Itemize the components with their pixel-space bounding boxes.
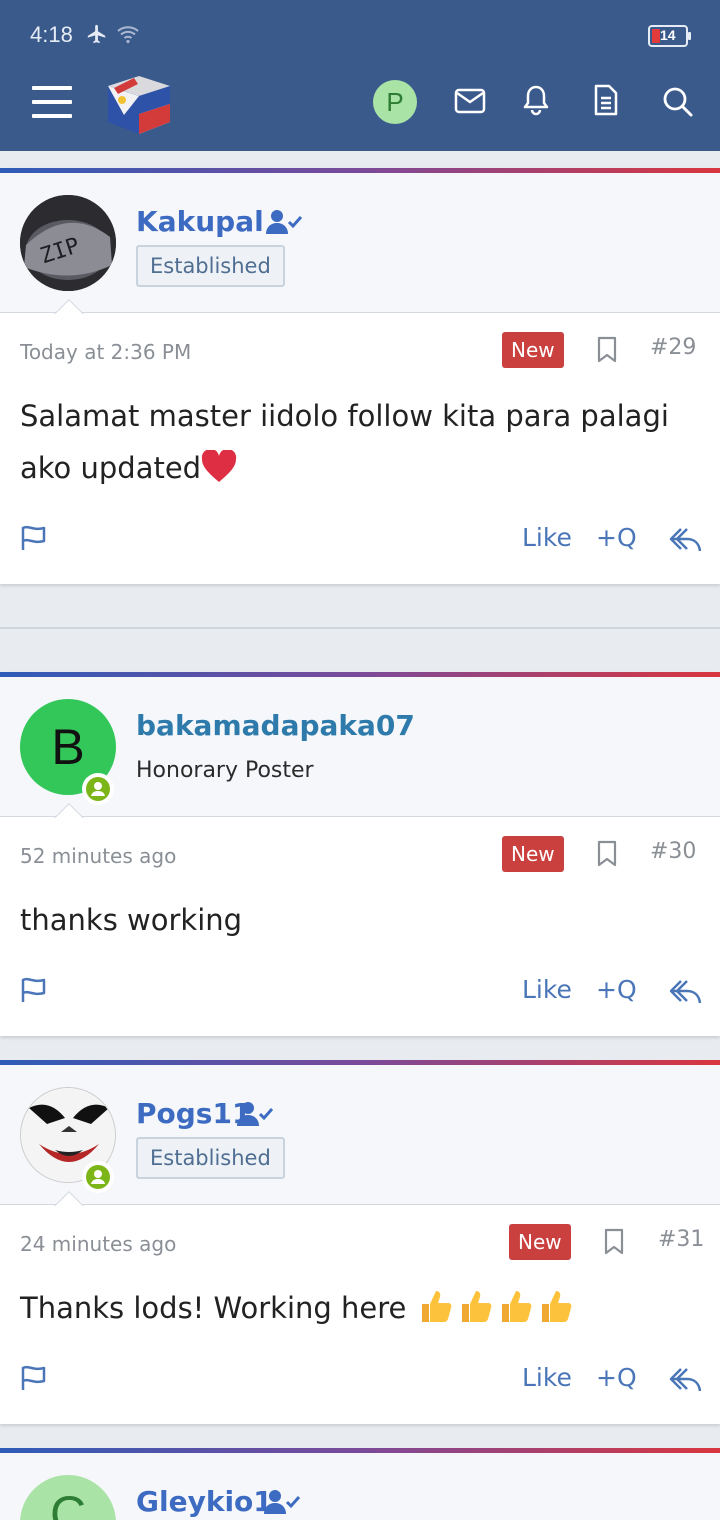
- thumbs-up-emoji: [501, 1291, 531, 1322]
- online-status-icon: [82, 1161, 114, 1193]
- post-number[interactable]: #29: [650, 335, 696, 360]
- like-button[interactable]: Like: [522, 1363, 572, 1392]
- username[interactable]: bakamadapaka07: [136, 709, 415, 742]
- username[interactable]: Pogs11: [136, 1097, 251, 1130]
- reply-icon[interactable]: [668, 978, 702, 1006]
- bookmark-icon[interactable]: [596, 336, 618, 364]
- bell-icon[interactable]: [522, 84, 550, 116]
- post-number[interactable]: #30: [650, 839, 696, 864]
- bookmark-icon[interactable]: [603, 1228, 625, 1256]
- avatar[interactable]: C: [20, 1475, 116, 1520]
- user-role-badge: Established: [136, 245, 285, 287]
- site-logo[interactable]: [104, 72, 174, 138]
- post-29: ZIP Kakupal Established Today at 2:36 PM…: [0, 168, 720, 584]
- post-32: C Gleykio1: [0, 1448, 720, 1520]
- user-avatar[interactable]: P: [373, 80, 417, 124]
- verified-user-icon: [266, 210, 302, 234]
- document-icon[interactable]: [594, 84, 618, 116]
- post-time[interactable]: 24 minutes ago: [20, 1232, 176, 1256]
- user-title: Honorary Poster: [136, 758, 314, 783]
- user-role-badge: Established: [136, 1137, 285, 1179]
- avatar-image: ZIP: [20, 195, 116, 291]
- report-flag-icon[interactable]: [20, 1364, 48, 1392]
- like-button[interactable]: Like: [522, 975, 572, 1004]
- post-30: B bakamadapaka07 Honorary Poster 52 minu…: [0, 672, 720, 1036]
- bookmark-icon[interactable]: [596, 840, 618, 868]
- verified-user-icon: [264, 1490, 300, 1514]
- menu-icon[interactable]: [30, 82, 74, 122]
- post-time[interactable]: 52 minutes ago: [20, 844, 176, 868]
- online-status-icon: [82, 773, 114, 805]
- status-bar: 4:18 14: [0, 0, 720, 72]
- status-time: 4:18: [30, 22, 73, 47]
- new-badge: New: [502, 332, 564, 368]
- username[interactable]: Gleykio1: [136, 1485, 273, 1518]
- reply-icon[interactable]: [668, 1366, 702, 1394]
- post-content: Thanks lods! Working here: [20, 1282, 710, 1334]
- quote-button[interactable]: +Q: [596, 523, 637, 552]
- airplane-mode-icon: [87, 24, 106, 44]
- post-user-bar: B bakamadapaka07 Honorary Poster: [0, 677, 720, 817]
- post-content: thanks working: [20, 903, 243, 937]
- new-badge: New: [502, 836, 564, 872]
- heart-emoji: [201, 448, 237, 482]
- mail-icon[interactable]: [454, 88, 486, 114]
- thumbs-up-emoji: [421, 1291, 451, 1322]
- like-button[interactable]: Like: [522, 523, 572, 552]
- reply-icon[interactable]: [668, 526, 702, 554]
- quote-button[interactable]: +Q: [596, 1363, 637, 1392]
- new-badge: New: [509, 1224, 571, 1260]
- thumbs-up-emoji: [541, 1291, 571, 1322]
- app-header: 4:18 14 P: [0, 0, 720, 151]
- post-31: Pogs11 Established 24 minutes ago New #3…: [0, 1060, 720, 1424]
- quote-button[interactable]: +Q: [596, 975, 637, 1004]
- report-flag-icon[interactable]: [20, 524, 48, 552]
- post-content: Salamat master iidolo follow kita para p…: [20, 399, 669, 485]
- post-time[interactable]: Today at 2:36 PM: [20, 340, 191, 364]
- battery-indicator: 14: [648, 25, 691, 47]
- report-flag-icon[interactable]: [20, 976, 48, 1004]
- wifi-icon: [117, 26, 139, 44]
- username[interactable]: Kakupal: [136, 205, 264, 238]
- post-user-bar: C Gleykio1: [0, 1453, 720, 1520]
- post-user-bar: Pogs11 Established: [0, 1065, 720, 1205]
- post-number[interactable]: #31: [658, 1227, 704, 1252]
- avatar[interactable]: ZIP: [20, 195, 116, 291]
- verified-user-icon: [237, 1102, 273, 1126]
- search-icon[interactable]: [662, 86, 694, 118]
- thumbs-up-emoji: [461, 1291, 491, 1322]
- post-user-bar: ZIP Kakupal Established: [0, 173, 720, 313]
